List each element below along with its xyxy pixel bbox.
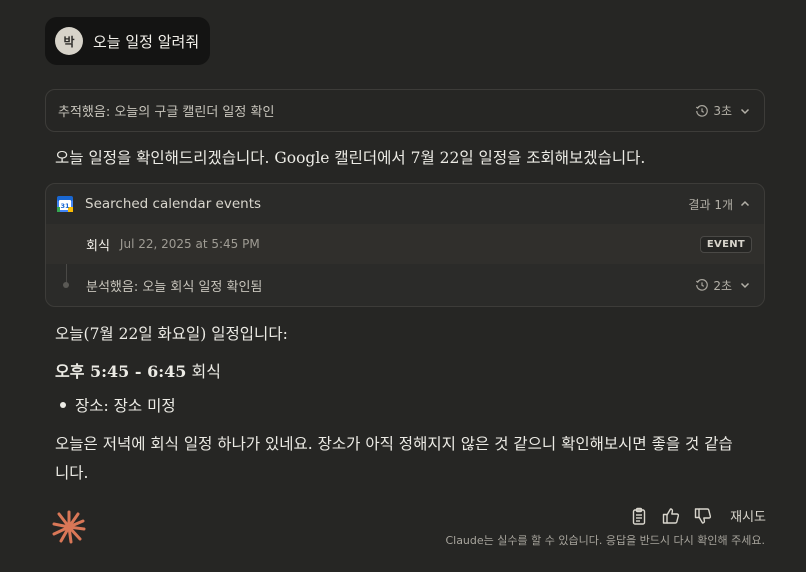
thinking-meta: 3초 xyxy=(695,102,751,119)
retry-button[interactable]: 재시도 xyxy=(730,506,766,525)
disclaimer-text: Claude는 실수를 할 수 있습니다. 응답을 반드시 다시 확인해 주세요… xyxy=(445,534,765,547)
intro-text: 오늘 일정을 확인해드리겠습니다. Google 캘린더에서 7월 22일 일정… xyxy=(55,149,646,167)
message-actions: 재시도 xyxy=(616,506,766,525)
event-row[interactable]: 회식 Jul 22, 2025 at 5:45 PM EVENT xyxy=(46,224,764,264)
thinking-block[interactable]: 추적했음: 오늘의 구글 캘린더 일정 확인 3초 xyxy=(45,89,765,132)
chevron-down-icon xyxy=(740,282,750,289)
event-name: 회식 xyxy=(86,238,110,254)
list-item: 장소: 장소 미정 xyxy=(60,394,176,416)
tool-card-meta: 결과 1개 xyxy=(688,196,751,213)
clock-icon xyxy=(696,278,709,291)
tool-card-header[interactable]: 31 Searched calendar events 결과 1개 xyxy=(46,184,764,224)
analysis-meta: 2초 xyxy=(695,277,751,294)
event-time: 오후 5:45 - 6:45 xyxy=(55,362,187,381)
response-heading: 오늘(7월 22일 화요일) 일정입니다: xyxy=(55,325,288,343)
analysis-duration: 2초 xyxy=(713,278,732,293)
clock-icon xyxy=(696,104,709,117)
user-message: 박 오늘 일정 알려줘 xyxy=(45,17,210,65)
tool-result-card: 31 Searched calendar events 결과 1개 회식 Jul… xyxy=(45,183,765,307)
tool-card-title: Searched calendar events xyxy=(85,196,262,212)
thumbs-down-icon[interactable] xyxy=(694,507,712,525)
calendar-icon-day: 31 xyxy=(60,202,70,210)
timeline-dot xyxy=(63,282,69,288)
result-count: 결과 1개 xyxy=(688,197,733,212)
event-summary-name: 회식 xyxy=(186,362,221,381)
thinking-duration: 3초 xyxy=(713,104,732,118)
chevron-up-icon xyxy=(740,200,750,207)
claude-logo-icon xyxy=(52,510,86,544)
event-badge: EVENT xyxy=(699,235,752,253)
user-message-text: 오늘 일정 알려줘 xyxy=(93,32,200,51)
event-summary: 오후 5:45 - 6:45 회식 xyxy=(55,358,221,382)
avatar: 박 xyxy=(55,27,83,55)
closing-text: 오늘은 저녁에 회식 일정 하나가 있네요. 장소가 아직 정해지지 않은 것 … xyxy=(55,435,733,482)
chevron-down-icon xyxy=(740,108,750,114)
analysis-label: 분석했음: 오늘 회식 일정 확인됨 xyxy=(86,279,263,295)
location-text: 장소: 장소 미정 xyxy=(75,397,176,415)
analysis-row[interactable]: 분석했음: 오늘 회식 일정 확인됨 2초 xyxy=(46,264,764,306)
thinking-label: 추적했음: 오늘의 구글 캘린더 일정 확인 xyxy=(58,105,275,120)
google-calendar-icon: 31 xyxy=(57,196,73,212)
event-datetime: Jul 22, 2025 at 5:45 PM xyxy=(119,237,260,251)
thumbs-up-icon[interactable] xyxy=(662,507,680,525)
bullet-dot xyxy=(60,402,66,408)
copy-icon[interactable] xyxy=(630,507,648,525)
